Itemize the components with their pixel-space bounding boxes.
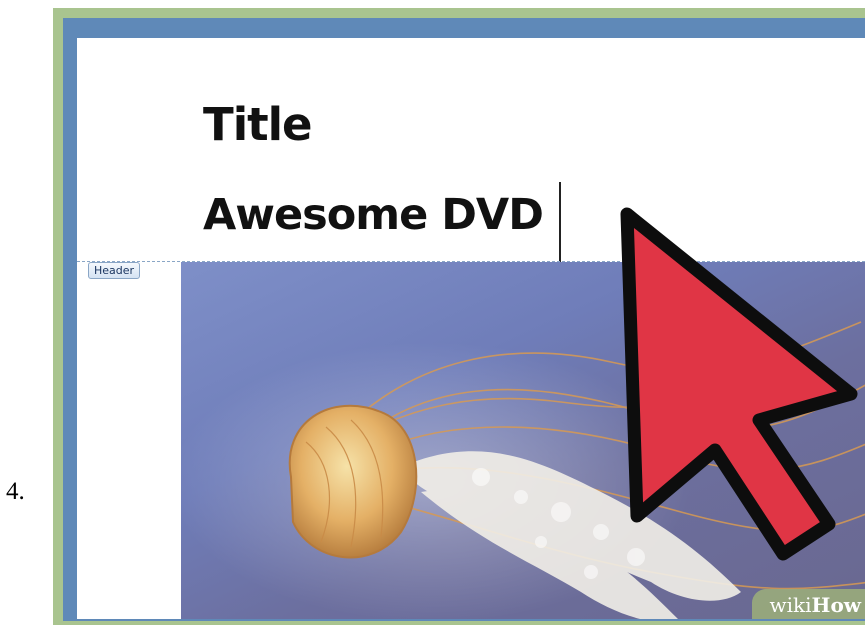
screenshot-frame: Title Awesome DVD Header wikiHow [53,8,865,625]
text-caret [559,182,561,262]
arrow-cursor-icon [620,207,858,561]
document-title[interactable]: Title [203,102,313,147]
step-number: 4. [6,478,25,505]
document-subtitle[interactable]: Awesome DVD [203,194,544,237]
header-tag[interactable]: Header [88,262,141,279]
wikihow-watermark: wikiHow [751,589,865,619]
